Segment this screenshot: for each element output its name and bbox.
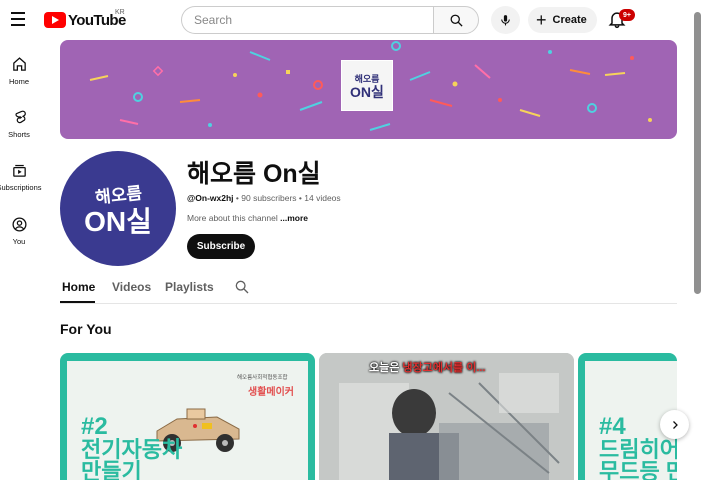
page-scrollbar[interactable] [694,12,701,294]
search-icon [450,14,463,27]
channel-tabs: Home Videos Playlists [60,272,677,304]
tab-home[interactable]: Home [62,280,95,294]
card-title-line1: 드림히어 [599,437,677,462]
banner-channel-logo: 해오름 ON실 [341,60,393,111]
youtube-play-icon [44,12,66,28]
active-tab-indicator [60,301,95,303]
subscribe-button[interactable]: Subscribe [187,234,255,259]
channel-meta: @On-wx2hj • 90 subscribers • 14 videos [187,193,341,203]
youtube-logo[interactable]: YouTube [44,10,126,30]
banner-logo-line2: ON실 [350,84,384,100]
plus-icon: + [536,10,547,30]
channel-avatar[interactable]: 해오름 ON실 [60,151,176,266]
avatar-line1: 해오름 [93,183,143,208]
tab-videos[interactable]: Videos [112,280,151,294]
top-bar: YouTube KR + Create 9+ [0,0,704,40]
region-label: KR [115,9,125,16]
channel-search-icon[interactable] [234,279,250,295]
menu-icon[interactable] [11,12,26,26]
card-title-line2: 무드등 만 [599,459,677,480]
you-icon [11,217,27,232]
video-count: 14 videos [304,193,341,203]
voice-search-button[interactable] [491,6,520,34]
search-input[interactable] [181,6,434,34]
carousel-next-button[interactable] [660,410,689,439]
card-org-label: 해오름사회적협동조합 [237,375,288,381]
chevron-right-icon [672,420,678,429]
search-button[interactable] [433,6,479,34]
card-title-line1: 전기자동차 [81,437,183,462]
shorts-icon [14,110,26,124]
channel-handle: @On-wx2hj [187,193,234,203]
sidebar-label: Home [8,77,29,86]
about-text: More about this channel [187,213,278,223]
subscriber-count: 90 subscribers [241,193,297,203]
subscriptions-icon [12,164,26,177]
home-icon [12,57,26,71]
notification-badge: 9+ [619,9,635,21]
microphone-icon [501,15,510,26]
create-label: Create [552,14,587,26]
sidebar: Home Shorts Subscriptions You [0,40,42,480]
caption-white: 오늘은 [369,362,403,374]
sidebar-item-you[interactable]: You [0,214,38,264]
channel-banner: 해오름 ON실 [60,40,677,139]
video-thumbnail: 해오름사회적협동조합 생활메이커 #2 전기자동차 만들기 [67,361,308,480]
caption-red: 냉장고에서를 이... [402,362,486,374]
avatar-line2: ON실 [84,206,152,237]
card-title-line2: 만들기 [81,459,142,480]
video-card[interactable]: 오늘은 냉장고에서를 이... [319,353,574,480]
sidebar-item-home[interactable]: Home [0,54,38,104]
sidebar-label: Subscriptions [0,183,42,192]
section-title: For You [60,321,112,337]
channel-name: 해오름 On실 [187,160,321,188]
sidebar-label: Shorts [8,130,30,139]
sidebar-label: You [12,237,26,246]
create-button[interactable]: + Create [528,7,597,33]
video-card[interactable]: 해오름사회적협동조합 생활메이커 #2 전기자동차 만들기 [60,353,315,480]
channel-about-link[interactable]: More about this channel ...more [187,213,308,223]
search-bar [181,6,479,34]
more-link[interactable]: ...more [280,213,308,223]
card-caption: 오늘은 냉장고에서를 이... [369,359,486,375]
card-subtitle: 생활메이커 [248,387,294,398]
sidebar-item-shorts[interactable]: Shorts [0,107,38,157]
sidebar-item-subscriptions[interactable]: Subscriptions [0,160,42,210]
tab-playlists[interactable]: Playlists [165,280,214,294]
